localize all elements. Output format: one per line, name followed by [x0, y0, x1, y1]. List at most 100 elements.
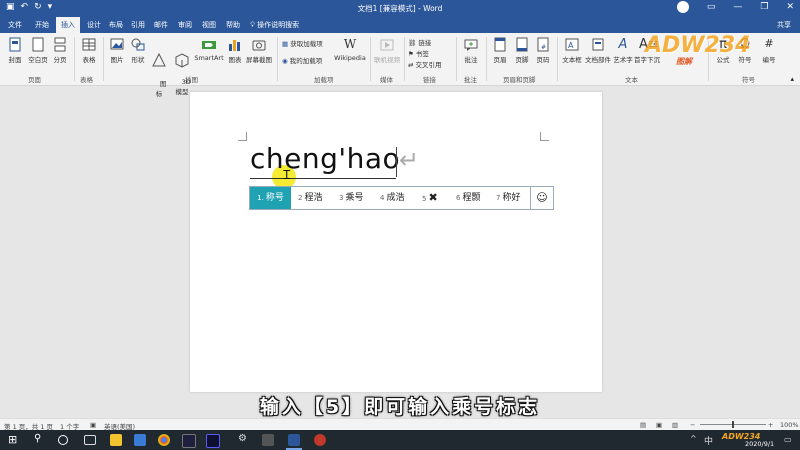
- app-icon[interactable]: [262, 434, 274, 446]
- footer-button[interactable]: 页脚: [512, 37, 532, 64]
- ime-candidate[interactable]: 2 程浩: [298, 187, 322, 209]
- shapes-icon: [131, 38, 145, 51]
- ime-candidate[interactable]: 6 程颢: [456, 187, 480, 209]
- maximize-icon[interactable]: ❐: [760, 2, 768, 12]
- ime-candidate[interactable]: 1. 称号: [250, 187, 291, 209]
- cover-page-button[interactable]: 封面: [4, 37, 26, 64]
- title-bar: ▣ ↶ ↻ ▾ 文档1 [兼容模式] - Word ▭ — ❐ ✕: [0, 0, 800, 17]
- ime-candidate[interactable]: 4 成浩: [380, 187, 404, 209]
- page-break-button[interactable]: 分页: [50, 37, 70, 64]
- search-icon[interactable]: ⚲: [34, 433, 46, 445]
- quick-parts-button[interactable]: 文档部件: [584, 37, 612, 64]
- windows-start-icon[interactable]: ⊞: [8, 433, 20, 446]
- close-icon[interactable]: ✕: [786, 2, 794, 12]
- get-addins-button[interactable]: ▦ 获取加载项: [282, 38, 332, 48]
- ime-candidate-bar: 1. 称号 2 程浩 3 乘号 4 成浩 5 ✖ 6 程颢 7 称好 ☺: [249, 186, 554, 210]
- smartart-button[interactable]: SmartArt: [194, 37, 224, 62]
- word-icon[interactable]: [288, 434, 300, 446]
- blank-page-button[interactable]: 空白页: [26, 37, 50, 64]
- smartart-label: SmartArt: [194, 54, 224, 62]
- chrome-icon[interactable]: [158, 434, 170, 446]
- zoom-out-icon[interactable]: −: [690, 421, 695, 429]
- online-video-label: 联机视频: [374, 56, 400, 64]
- network-icon[interactable]: ⚙: [238, 433, 250, 445]
- web-layout-icon[interactable]: ▥: [672, 421, 678, 429]
- tab-view[interactable]: 视图: [198, 17, 220, 33]
- footer-icon: [516, 37, 528, 52]
- textbox-button[interactable]: A 文本框: [561, 37, 583, 64]
- read-mode-icon[interactable]: ▤: [640, 421, 646, 429]
- wikipedia-label: Wikipedia: [334, 54, 366, 62]
- share-button[interactable]: 共享: [770, 17, 798, 33]
- wordart-button[interactable]: A 艺术字: [612, 37, 634, 64]
- file-explorer-icon[interactable]: [110, 434, 122, 446]
- cross-reference-button[interactable]: ⇄ 交叉引用: [408, 59, 458, 69]
- tab-design[interactable]: 设计: [82, 17, 106, 33]
- task-view-icon[interactable]: [84, 435, 96, 445]
- minimize-icon[interactable]: —: [733, 2, 742, 12]
- ime-indicator[interactable]: 中: [704, 434, 713, 447]
- chart-button[interactable]: 图表: [226, 37, 244, 64]
- tab-help[interactable]: 帮助: [222, 17, 244, 33]
- table-icon: [82, 38, 96, 51]
- zoom-slider-thumb[interactable]: [732, 421, 734, 428]
- number-button[interactable]: # 编号: [758, 37, 780, 64]
- tab-insert[interactable]: 插入: [56, 17, 80, 33]
- link-button[interactable]: ⛓ 链接: [408, 37, 452, 47]
- tab-layout[interactable]: 布局: [106, 17, 126, 33]
- group-tables: 表格: [80, 76, 93, 84]
- tray-arrow-icon[interactable]: ^: [690, 434, 697, 443]
- wikipedia-icon: W: [343, 37, 357, 51]
- cube-icon: [175, 53, 189, 68]
- online-video-button[interactable]: 联机视频: [373, 37, 401, 64]
- emoji-icon[interactable]: ☺: [530, 187, 553, 209]
- table-label: 表格: [82, 56, 96, 64]
- ime-candidate[interactable]: 3 乘号: [339, 187, 363, 209]
- ime-candidate[interactable]: 5 ✖: [422, 187, 438, 209]
- addins-icon: ◉: [282, 57, 288, 65]
- tell-me-search[interactable]: 💡︎ 操作说明搜索: [250, 17, 340, 33]
- document-page[interactable]: [190, 92, 602, 392]
- proofing-icon[interactable]: ▣: [90, 421, 96, 429]
- tab-references[interactable]: 引用: [128, 17, 148, 33]
- ime-candidate[interactable]: 7 称好: [496, 187, 520, 209]
- wikipedia-button[interactable]: W Wikipedia: [334, 37, 366, 62]
- shapes-button[interactable]: 形状: [128, 37, 148, 64]
- tab-review[interactable]: 审阅: [174, 17, 196, 33]
- comment-button[interactable]: 批注: [460, 37, 482, 64]
- premiere-icon[interactable]: [206, 434, 220, 448]
- pictures-label: 图片: [110, 56, 124, 64]
- share-label: 共享: [777, 21, 791, 29]
- header-icon: [494, 37, 506, 52]
- my-addins-button[interactable]: ◉ 我的加载项: [282, 55, 332, 65]
- zoom-in-icon[interactable]: +: [768, 421, 773, 429]
- avatar[interactable]: [676, 1, 689, 13]
- screenshot-button[interactable]: 屏幕截图: [244, 37, 274, 64]
- chart-label: 图表: [228, 56, 242, 64]
- ribbon-display-icon[interactable]: ▭: [707, 2, 716, 12]
- date[interactable]: 2020/9/1: [745, 440, 774, 448]
- cinema4d-icon[interactable]: [182, 434, 196, 448]
- print-layout-icon[interactable]: ▣: [656, 421, 662, 429]
- tab-mailings[interactable]: 邮件: [150, 17, 172, 33]
- cortana-icon[interactable]: [58, 435, 68, 445]
- cover-page-label: 封面: [8, 56, 22, 64]
- zoom-level[interactable]: 100%: [780, 421, 799, 429]
- record-icon[interactable]: [314, 434, 326, 446]
- header-button[interactable]: 页眉: [490, 37, 510, 64]
- collapse-ribbon-icon[interactable]: ▴: [790, 75, 794, 83]
- icons-button[interactable]: 图 标: [150, 37, 168, 106]
- tab-file[interactable]: 文件: [4, 17, 26, 33]
- wordart-icon: A: [618, 37, 628, 52]
- group-pages: 页面: [28, 76, 41, 84]
- candidate-number: 5: [422, 195, 427, 203]
- bookmark-button[interactable]: ⚑ 书签: [408, 48, 452, 58]
- pictures-button[interactable]: 图片: [107, 37, 127, 64]
- group-header-footer: 页眉和页脚: [503, 76, 536, 84]
- page-number-button[interactable]: # 页码: [533, 37, 553, 64]
- table-button[interactable]: 表格: [78, 37, 100, 64]
- mail-icon[interactable]: [134, 434, 146, 446]
- tab-home[interactable]: 开始: [30, 17, 54, 33]
- candidate-text: 成浩: [386, 193, 405, 203]
- notification-icon[interactable]: ▭: [784, 435, 792, 444]
